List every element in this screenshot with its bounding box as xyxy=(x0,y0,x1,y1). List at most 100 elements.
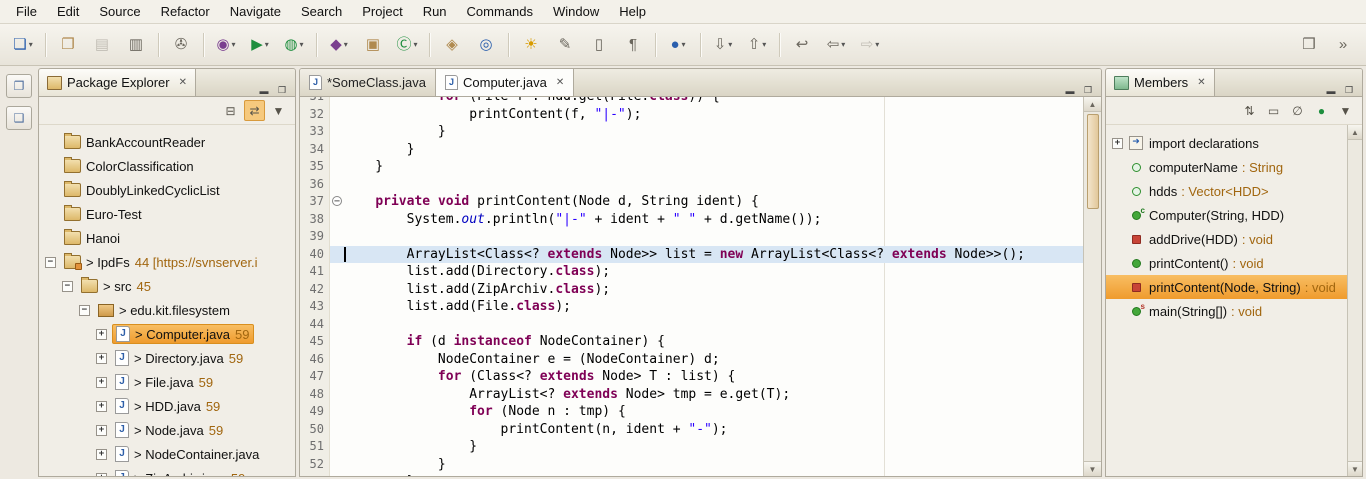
line-number[interactable]: 37 xyxy=(300,193,330,211)
package-explorer-tab[interactable]: Package Explorer ✕ xyxy=(39,69,196,96)
build-button[interactable]: ✇ xyxy=(165,31,197,59)
export-jar-button[interactable]: ◈ xyxy=(436,31,468,59)
tree-item[interactable]: DoublyLinkedCyclicList xyxy=(39,178,295,202)
minimized-view-button[interactable]: ❑ xyxy=(6,106,32,130)
close-icon[interactable]: ✕ xyxy=(1197,77,1205,88)
forward-button[interactable]: ⇨▾ xyxy=(854,31,886,59)
line-number[interactable]: 51 xyxy=(300,438,330,456)
code-line[interactable]: 31 for (File f : hdd.get(File.class)) { xyxy=(300,97,1083,106)
line-number[interactable]: 42 xyxy=(300,281,330,299)
line-number[interactable]: 44 xyxy=(300,316,330,334)
line-number[interactable]: 45 xyxy=(300,333,330,351)
show-whitespace-button[interactable]: ¶ xyxy=(617,31,649,59)
expander-icon[interactable]: + xyxy=(96,401,107,412)
menu-project[interactable]: Project xyxy=(352,1,412,22)
code-line[interactable]: 48 ArrayList<? extends Node> tmp = e.get… xyxy=(300,386,1083,404)
last-edit-location-button[interactable]: ↩ xyxy=(786,31,818,59)
external-tools-button[interactable]: ◍▾ xyxy=(278,31,310,59)
tree-item[interactable]: −> IpdFs44 [https://svnserver.i xyxy=(39,250,295,274)
tree-item[interactable]: +J> NodeContainer.java xyxy=(39,442,295,466)
view-menu-button[interactable]: ▼ xyxy=(1335,100,1356,121)
scroll-up-icon[interactable]: ▲ xyxy=(1084,97,1101,112)
tree-item[interactable]: −> src45 xyxy=(39,274,295,298)
expander-icon[interactable]: + xyxy=(1112,138,1123,149)
menu-navigate[interactable]: Navigate xyxy=(220,1,291,22)
restore-views-button[interactable]: ❐ xyxy=(6,74,32,98)
menu-commands[interactable]: Commands xyxy=(457,1,543,22)
line-number[interactable]: 52 xyxy=(300,456,330,474)
member-item[interactable]: cComputer(String, HDD) xyxy=(1106,203,1347,227)
web-browser-button[interactable]: ●▾ xyxy=(662,31,694,59)
line-number[interactable]: 31 xyxy=(300,97,330,106)
print-button[interactable]: ▥ xyxy=(120,31,152,59)
menu-search[interactable]: Search xyxy=(291,1,352,22)
line-number[interactable]: 36 xyxy=(300,176,330,194)
line-number[interactable]: 38 xyxy=(300,211,330,229)
menu-run[interactable]: Run xyxy=(413,1,457,22)
open-file-button[interactable]: ❐ xyxy=(52,31,84,59)
code-line[interactable]: 38 System.out.println("|-" + ident + " "… xyxy=(300,211,1083,229)
editor-scrollbar[interactable]: ▲ ▼ xyxy=(1083,97,1101,476)
tree-item[interactable]: BankAccountReader xyxy=(39,130,295,154)
new-package-button[interactable]: ▣ xyxy=(357,31,389,59)
member-item[interactable]: hdds: Vector<HDD> xyxy=(1106,179,1347,203)
members-scrollbar[interactable]: ▲ ▼ xyxy=(1347,125,1362,476)
scrollbar-thumb[interactable] xyxy=(1087,114,1099,209)
new-java-project-button[interactable]: ◆▾ xyxy=(323,31,355,59)
javadoc-button[interactable]: ◎ xyxy=(470,31,502,59)
menu-file[interactable]: File xyxy=(6,1,47,22)
menu-source[interactable]: Source xyxy=(89,1,150,22)
member-item[interactable]: +➜import declarations xyxy=(1106,131,1347,155)
maximize-button[interactable]: ❒ xyxy=(1342,85,1356,96)
tree-item[interactable]: Euro-Test xyxy=(39,202,295,226)
expander-icon[interactable]: − xyxy=(79,305,90,316)
mark-occurrences-button[interactable]: ✎ xyxy=(549,31,581,59)
code-line[interactable]: 53 } xyxy=(300,473,1083,476)
tree-item[interactable]: +J> Node.java59 xyxy=(39,418,295,442)
code-line[interactable]: 40 ArrayList<Class<? extends Node>> list… xyxy=(300,246,1083,264)
line-number[interactable]: 32 xyxy=(300,106,330,124)
expander-icon[interactable]: − xyxy=(62,281,73,292)
editor-tab-computerjava[interactable]: JComputer.java✕ xyxy=(436,69,574,96)
code-area[interactable]: 31 for (File f : hdd.get(File.class)) {3… xyxy=(300,97,1083,476)
tree-item[interactable]: −> edu.kit.filesystem xyxy=(39,298,295,322)
code-line[interactable]: 34 } xyxy=(300,141,1083,159)
run-button[interactable]: ▶▾ xyxy=(244,31,276,59)
back-button[interactable]: ⇦▾ xyxy=(820,31,852,59)
debug-button[interactable]: ◉▾ xyxy=(210,31,242,59)
expander-icon[interactable]: + xyxy=(96,329,107,340)
member-item[interactable]: printContent(Node, String): void xyxy=(1106,275,1347,299)
hide-fields-button[interactable]: ▭ xyxy=(1263,100,1284,121)
new-wizard-button[interactable]: ❏▾ xyxy=(7,31,39,59)
code-line[interactable]: 37− private void printContent(Node d, St… xyxy=(300,193,1083,211)
code-line[interactable]: 44 xyxy=(300,316,1083,334)
member-item[interactable]: addDrive(HDD): void xyxy=(1106,227,1347,251)
tree-item[interactable]: +J> HDD.java59 xyxy=(39,394,295,418)
line-number[interactable]: 39 xyxy=(300,228,330,246)
expander-icon[interactable]: + xyxy=(96,449,107,460)
line-number[interactable]: 46 xyxy=(300,351,330,369)
line-number[interactable]: 35 xyxy=(300,158,330,176)
close-icon[interactable]: ✕ xyxy=(556,77,564,88)
line-number[interactable]: 50 xyxy=(300,421,330,439)
code-line[interactable]: 35 } xyxy=(300,158,1083,176)
code-line[interactable]: 36 xyxy=(300,176,1083,194)
member-item[interactable]: computerName: String xyxy=(1106,155,1347,179)
tree-item[interactable]: +J> Directory.java59 xyxy=(39,346,295,370)
code-line[interactable]: 32 printContent(f, "|-"); xyxy=(300,106,1083,124)
scroll-down-icon[interactable]: ▼ xyxy=(1084,461,1101,476)
sort-members-button[interactable]: ⇅ xyxy=(1239,100,1260,121)
tree-item[interactable]: +J> File.java59 xyxy=(39,370,295,394)
code-line[interactable]: 47 for (Class<? extends Node> T : list) … xyxy=(300,368,1083,386)
menu-refactor[interactable]: Refactor xyxy=(151,1,220,22)
expander-icon[interactable]: + xyxy=(96,473,107,477)
block-selection-button[interactable]: ▯ xyxy=(583,31,615,59)
menu-window[interactable]: Window xyxy=(543,1,609,22)
maximize-button[interactable]: ❒ xyxy=(275,85,289,96)
close-icon[interactable]: ✕ xyxy=(179,77,187,88)
expander-icon[interactable]: + xyxy=(96,377,107,388)
hide-non-public-button[interactable]: ● xyxy=(1311,100,1332,121)
line-number[interactable]: 33 xyxy=(300,123,330,141)
save-button[interactable]: ▤ xyxy=(86,31,118,59)
line-number[interactable]: 34 xyxy=(300,141,330,159)
